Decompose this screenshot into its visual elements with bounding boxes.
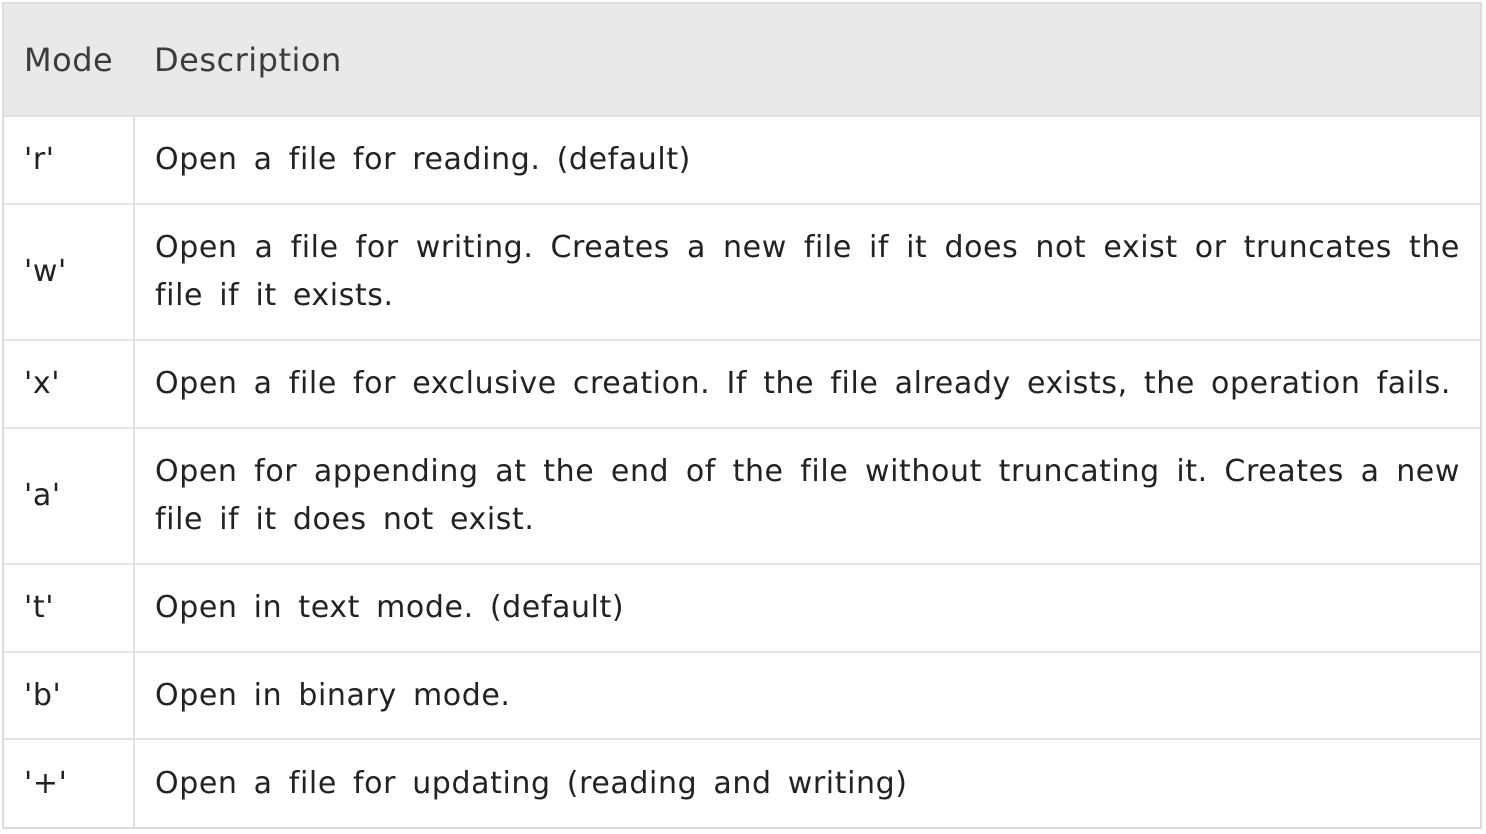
table-header: Mode Description: [4, 4, 1480, 116]
mode-cell: 'a': [4, 426, 135, 565]
table-row: 'a' Open for appending at the end of the…: [4, 426, 1480, 565]
file-modes-table-container: Mode Description 'r' Open a file for rea…: [2, 2, 1482, 829]
description-cell: Open a file for exclusive creation. If t…: [134, 339, 1480, 428]
table-row: 'r' Open a file for reading. (default): [4, 115, 1480, 204]
header-description: Description: [154, 40, 342, 79]
mode-cell: 'w': [4, 202, 135, 341]
description-cell: Open in binary mode.: [134, 650, 1480, 740]
file-modes-table: Mode Description 'r' Open a file for rea…: [4, 4, 1480, 827]
description-cell: Open a file for updating (reading and wr…: [134, 738, 1480, 827]
mode-cell: '+': [4, 738, 135, 827]
header-mode: Mode: [24, 40, 114, 79]
description-cell: Open a file for writing. Creates a new f…: [134, 202, 1480, 341]
header-row: Mode Description: [4, 4, 1480, 116]
description-cell: Open a file for reading. (default): [134, 115, 1480, 204]
description-cell: Open in text mode. (default): [134, 563, 1480, 652]
table-row: 't' Open in text mode. (default): [4, 563, 1480, 652]
table-body: 'r' Open a file for reading. (default) '…: [4, 115, 1480, 827]
table-row: 'w' Open a file for writing. Creates a n…: [4, 202, 1480, 341]
mode-cell: 'r': [4, 115, 135, 204]
description-cell: Open for appending at the end of the fil…: [134, 426, 1480, 565]
table-row: '+' Open a file for updating (reading an…: [4, 738, 1480, 827]
table-row: 'b' Open in binary mode.: [4, 650, 1480, 740]
mode-cell: 't': [4, 563, 135, 652]
mode-cell: 'x': [4, 339, 135, 428]
table-row: 'x' Open a file for exclusive creation. …: [4, 339, 1480, 428]
mode-cell: 'b': [4, 650, 135, 740]
